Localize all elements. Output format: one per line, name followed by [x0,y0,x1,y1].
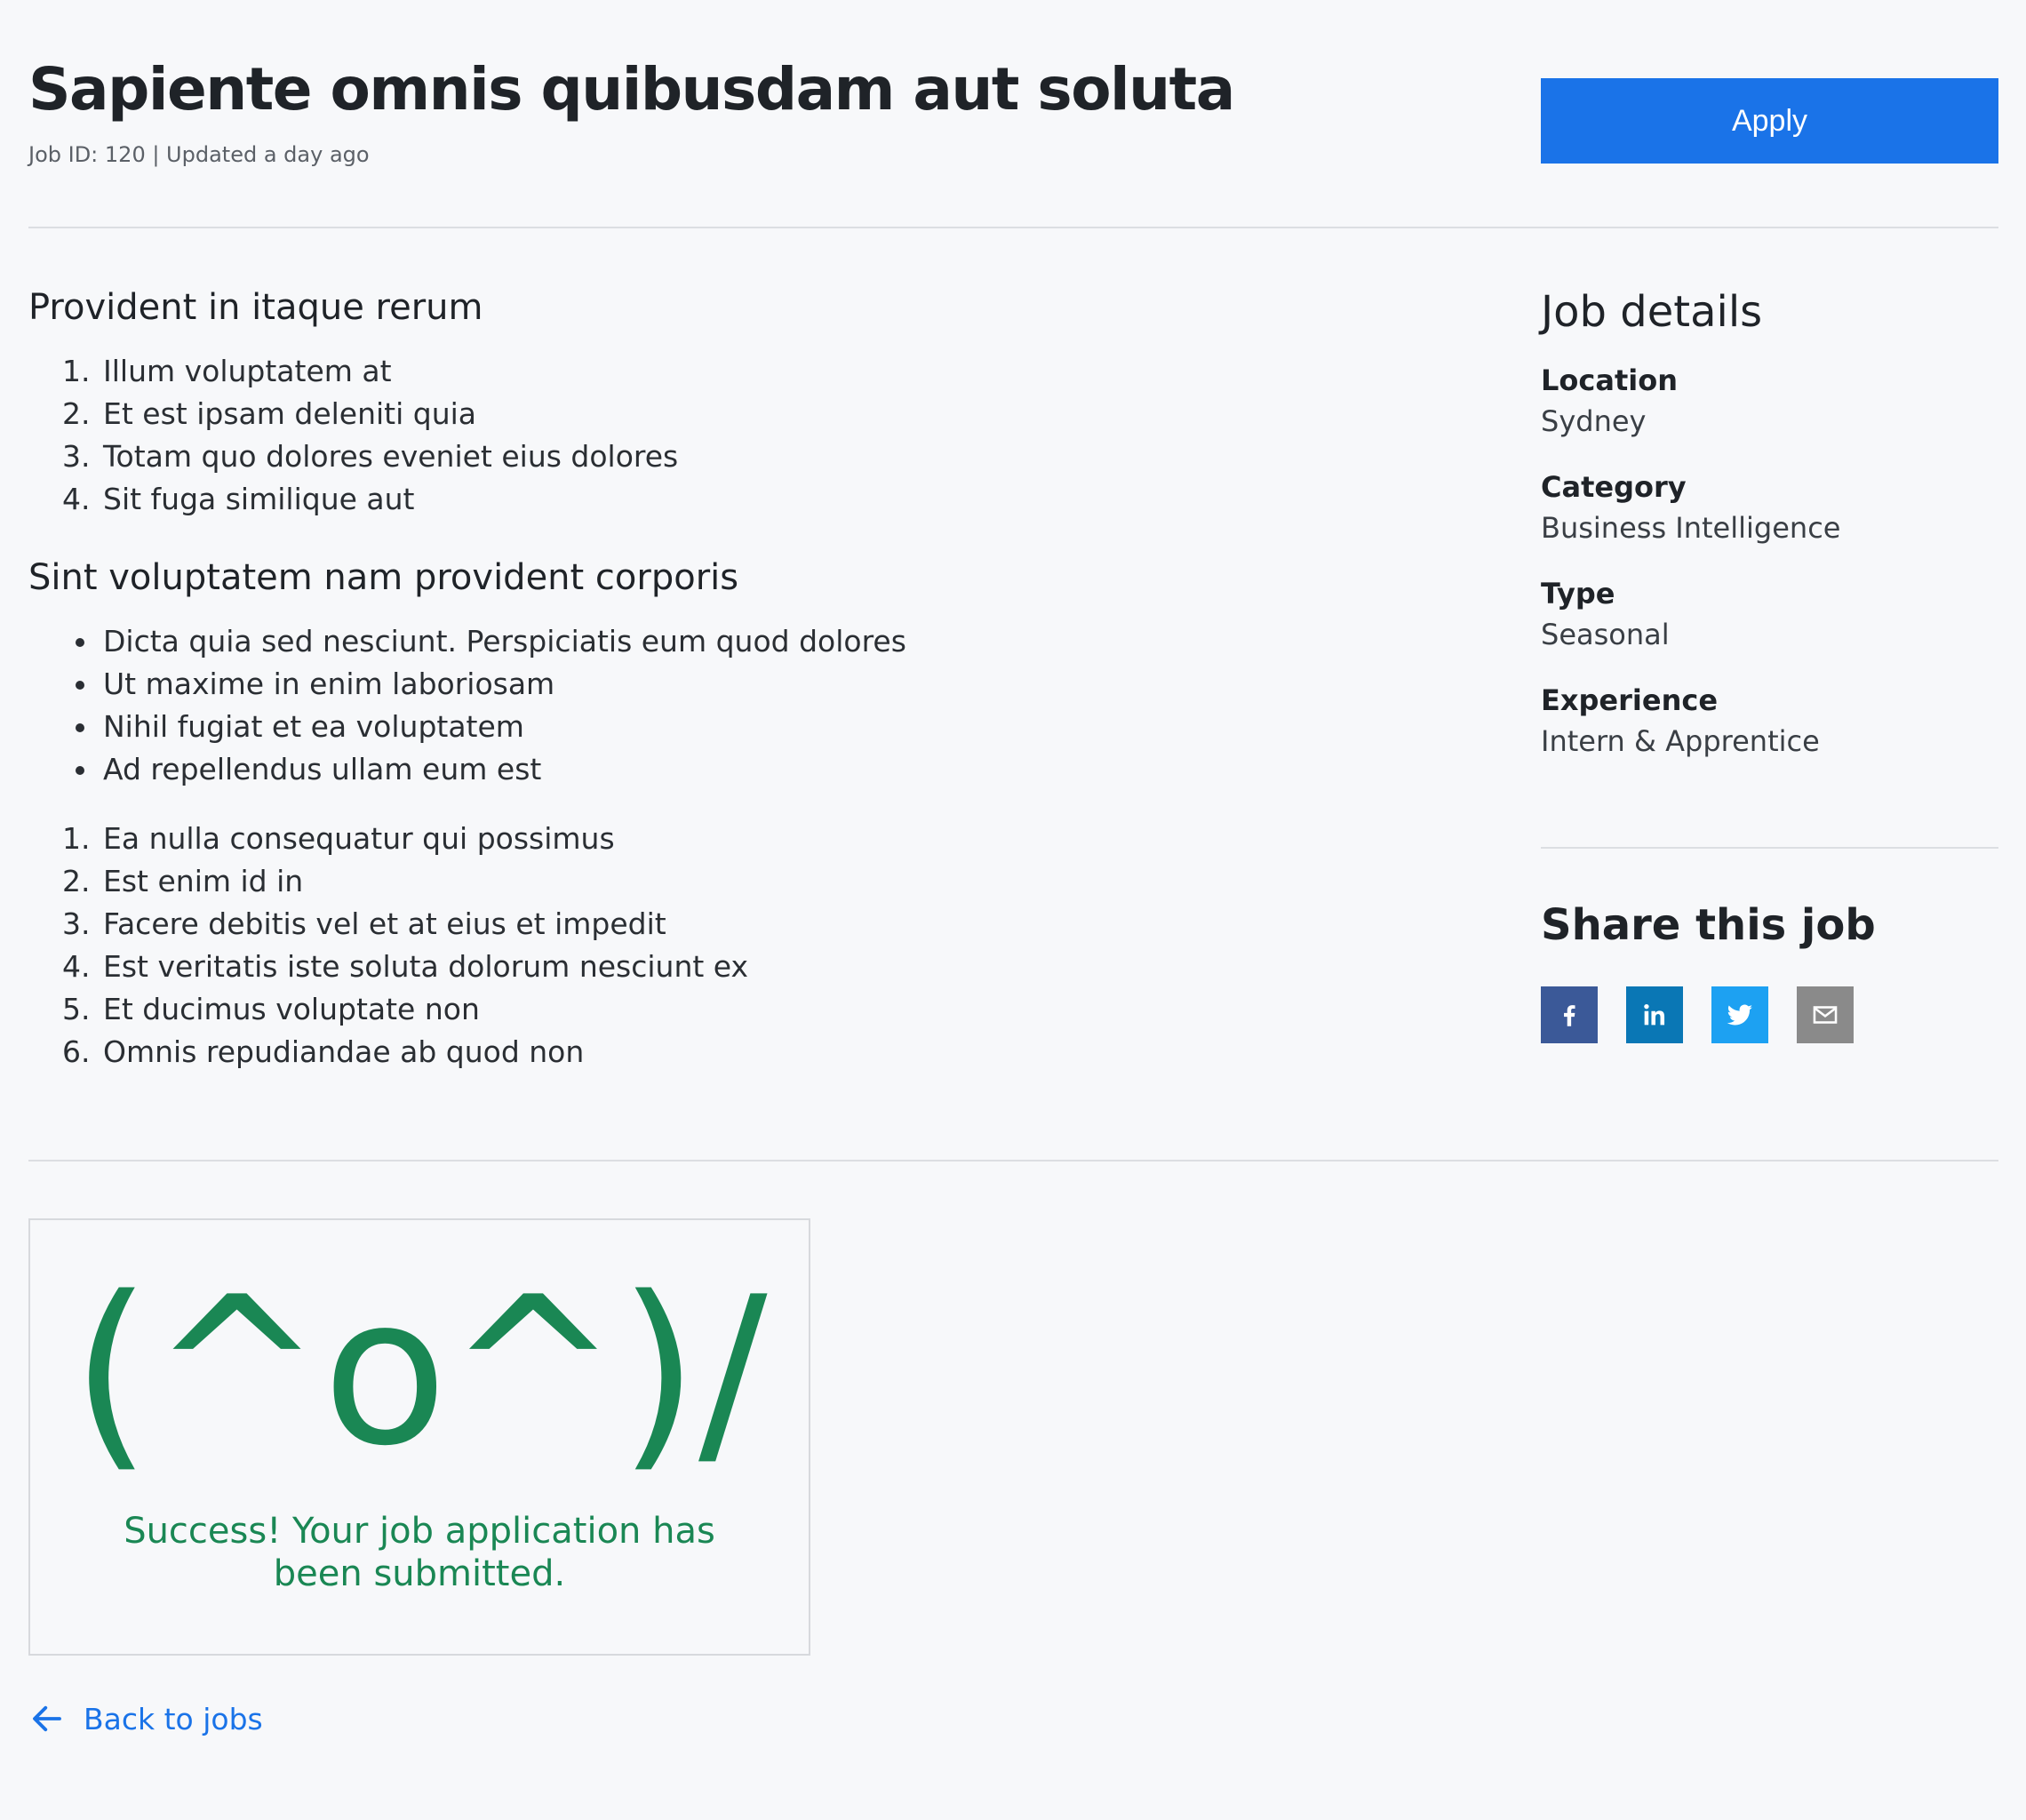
list-item: Est enim id in [100,860,1450,903]
list-item: Ad repellendus ullam eum est [100,748,1450,791]
detail-value: Sydney [1541,404,1647,438]
list-item: Nihil fugiat et ea voluptatem [100,706,1450,748]
divider [1541,847,1998,849]
list-item: Totam quo dolores eveniet eius dolores [100,435,1450,478]
numbered-list: Illum voluptatem at Et est ipsam delenit… [100,350,1450,521]
list-item: Dicta quia sed nesciunt. Perspiciatis eu… [100,620,1450,663]
section-heading: Sint voluptatem nam provident corporis [28,557,739,598]
detail-value: Intern & Apprentice [1541,724,1820,758]
share-twitter-button[interactable] [1711,986,1768,1043]
share-buttons [1541,986,1998,1043]
share-title: Share this job [1541,900,1876,950]
share-facebook-button[interactable] [1541,986,1598,1043]
detail-value: Business Intelligence [1541,511,1841,545]
facebook-icon [1564,1005,1575,1026]
back-to-jobs-link[interactable]: Back to jobs [28,1700,263,1737]
detail-location: Location Sydney [1541,361,1998,443]
numbered-list: Ea nulla consequatur qui possimus Est en… [100,818,1450,1074]
job-detail-page: Sapiente omnis quibusdam aut soluta Job … [0,0,2026,1820]
job-description: Provident in itaque rerum Illum voluptat… [28,284,1450,1074]
detail-value: Seasonal [1541,618,1670,651]
detail-label: Experience [1541,683,1719,717]
success-message: Success! Your job application has been s… [124,1511,715,1594]
detail-experience: Experience Intern & Apprentice [1541,681,1998,762]
share-linkedin-button[interactable] [1626,986,1683,1043]
apply-button[interactable]: Apply [1541,78,1998,164]
list-item: Ut maxime in enim laboriosam [100,663,1450,706]
job-meta: Job ID: 120 | Updated a day ago [28,142,370,167]
detail-label: Location [1541,363,1678,397]
divider [28,1160,1998,1161]
divider [28,227,1998,228]
list-item: Facere debitis vel et at eius et impedit [100,903,1450,946]
list-item: Ea nulla consequatur qui possimus [100,818,1450,860]
list-item: Omnis repudiandae ab quod non [100,1031,1450,1074]
job-details-sidebar: Job details Location Sydney Category Bus… [1541,284,1998,787]
detail-type: Type Seasonal [1541,574,1998,656]
success-kaomoji: (^o^)/ [71,1254,768,1491]
bullet-list: Dicta quia sed nesciunt. Perspiciatis eu… [100,620,1450,791]
share-email-button[interactable] [1797,986,1854,1043]
success-panel: (^o^)/ Success! Your job application has… [28,1218,810,1656]
back-to-jobs-label: Back to jobs [84,1701,263,1736]
email-icon [1813,1006,1838,1024]
arrow-left-icon [33,1705,61,1732]
detail-category: Category Business Intelligence [1541,467,1998,549]
detail-label: Type [1541,577,1615,611]
list-item: Et ducimus voluptate non [100,988,1450,1031]
section-heading: Provident in itaque rerum [28,287,483,328]
page-title: Sapiente omnis quibusdam aut soluta [28,55,1235,124]
list-item: Et est ipsam deleniti quia [100,393,1450,435]
list-item: Est veritatis iste soluta dolorum nesciu… [100,946,1450,988]
list-item: Illum voluptatem at [100,350,1450,393]
detail-label: Category [1541,470,1687,504]
linkedin-icon [1644,1003,1665,1026]
twitter-icon [1727,1004,1753,1026]
list-item: Sit fuga similique aut [100,478,1450,521]
job-details-title: Job details [1541,287,1763,337]
share-section: Share this job [1541,898,1998,1043]
